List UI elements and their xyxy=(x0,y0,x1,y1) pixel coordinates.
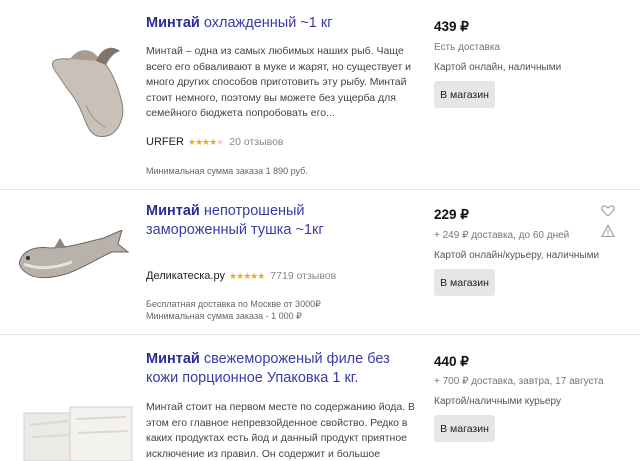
product-image[interactable] xyxy=(14,230,129,290)
reviews-link[interactable]: 20 отзывов xyxy=(229,136,283,148)
shop-name-link[interactable]: Деликатеска.ру xyxy=(146,270,225,282)
delivery-note: Бесплатная доставка по Москве от 3000₽ xyxy=(146,299,321,309)
product-title-link[interactable]: Минтай охлажденный ~1 кг xyxy=(146,14,406,33)
product-image[interactable] xyxy=(40,35,135,145)
reviews-link[interactable]: 7719 отзывов xyxy=(270,270,336,282)
to-shop-button[interactable]: В магазин xyxy=(434,81,495,108)
product-card: Минтай свежемороженый филе без кожи порц… xyxy=(0,335,640,461)
order-note: Минимальная сумма заказа 1 890 руб. xyxy=(146,166,308,176)
rating-stars: ★★★★★ xyxy=(187,136,224,147)
to-shop-button[interactable]: В магазин xyxy=(434,415,495,442)
product-price: 439 ₽ xyxy=(434,19,469,34)
product-title-link[interactable]: Минтай непотрошеный замороженный тушка ~… xyxy=(146,202,406,240)
rating-stars: ★★★★★ xyxy=(228,270,265,281)
product-card: Минтай охлажденный ~1 кг Минтай – одна и… xyxy=(0,0,640,190)
shop-info: Деликатеска.ру ★★★★★ 7719 отзывов xyxy=(146,270,336,282)
to-shop-button[interactable]: В магазин xyxy=(434,269,495,296)
shop-name-link[interactable]: URFER xyxy=(146,136,184,148)
product-description: Минтай – одна из самых любимых наших рыб… xyxy=(146,45,412,120)
delivery-info: + 700 ₽ доставка, завтра, 17 августа xyxy=(434,376,604,387)
product-price: 440 ₽ xyxy=(434,354,469,369)
product-image[interactable] xyxy=(20,405,140,461)
payment-info: Картой/наличными курьеру xyxy=(434,396,561,407)
delivery-info: Есть доставка xyxy=(434,42,501,53)
payment-info: Картой онлайн/курьеру, наличными xyxy=(434,250,600,261)
product-price: 229 ₽ xyxy=(434,207,469,222)
product-title-link[interactable]: Минтай свежемороженый филе без кожи порц… xyxy=(146,350,406,388)
delivery-info: + 249 ₽ доставка, до 60 дней xyxy=(434,230,570,241)
product-card: Минтай непотрошеный замороженный тушка ~… xyxy=(0,190,640,335)
payment-info: Картой онлайн, наличными xyxy=(434,62,562,73)
order-note: Минимальная сумма заказа - 1 000 ₽ xyxy=(146,311,302,321)
product-description: Минтай стоит на первом месте по содержан… xyxy=(146,401,416,460)
heart-icon[interactable] xyxy=(601,204,615,218)
warning-icon[interactable] xyxy=(601,224,615,238)
shop-info: URFER ★★★★★ 20 отзывов xyxy=(146,136,284,148)
